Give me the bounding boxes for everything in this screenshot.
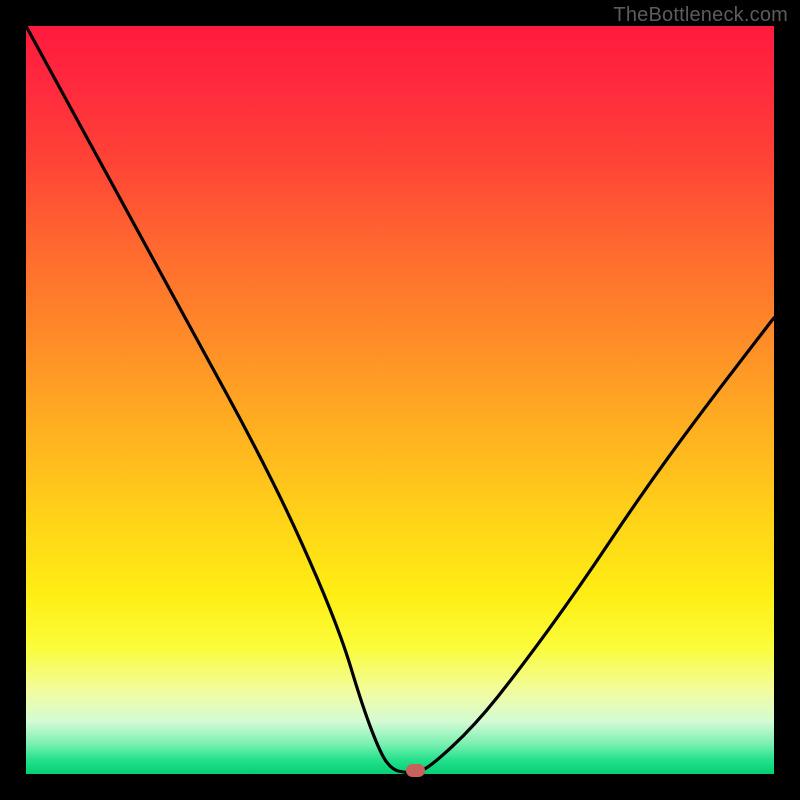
bottleneck-curve (26, 26, 774, 774)
plot-area (26, 26, 774, 774)
watermark-text: TheBottleneck.com (613, 4, 788, 27)
chart-container: TheBottleneck.com (0, 0, 800, 800)
curve-path (26, 26, 774, 773)
optimal-point-marker (406, 764, 425, 777)
